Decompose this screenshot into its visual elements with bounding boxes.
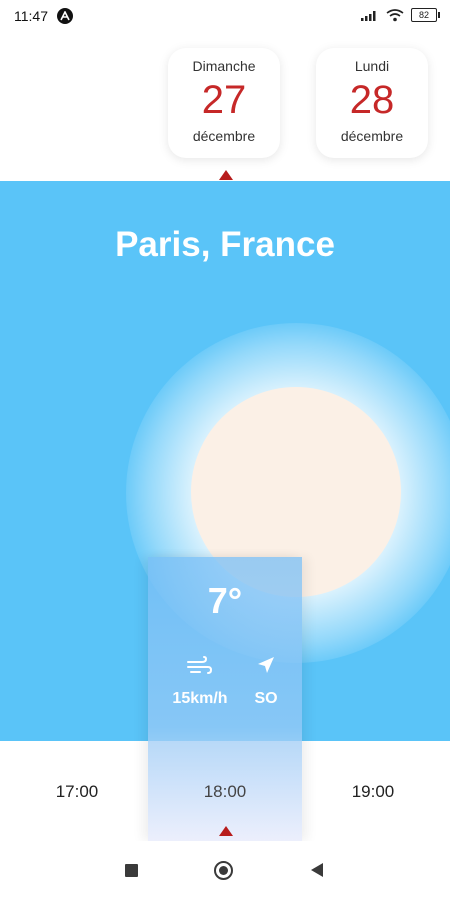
wifi-icon [386, 9, 404, 22]
wind-icon [187, 656, 212, 674]
day-card-monday[interactable]: Lundi 28 décembre [316, 48, 428, 158]
hour-item-1700[interactable]: 17:00 [27, 782, 127, 802]
wind-speed: 15km/h [172, 690, 228, 707]
status-bar: 11:47 82 [0, 0, 450, 32]
home-button[interactable] [214, 861, 233, 880]
hour-item-1900[interactable]: 19:00 [323, 782, 423, 802]
day-month: décembre [340, 128, 404, 144]
selected-hour-marker [219, 826, 233, 836]
day-number: 28 [349, 78, 395, 122]
battery-icon: 82 [411, 8, 440, 22]
hour-item-1800[interactable]: 18:00 [175, 782, 275, 802]
direction-icon [258, 657, 274, 673]
temperature: 7° [207, 580, 243, 621]
day-card-sunday[interactable]: Dimanche 27 décembre [168, 48, 280, 158]
wind-direction: SO [254, 690, 278, 707]
day-weekday: Lundi [354, 58, 390, 74]
status-time: 11:47 [14, 8, 48, 24]
signal-icon [361, 11, 376, 21]
day-weekday: Dimanche [192, 58, 256, 74]
city-title: Paris, France [115, 225, 335, 264]
day-month: décembre [192, 128, 256, 144]
selected-day-marker [219, 170, 233, 180]
back-button[interactable] [311, 863, 323, 877]
a-icon [57, 8, 73, 24]
day-number: 27 [201, 78, 247, 122]
recents-button[interactable] [125, 864, 138, 877]
